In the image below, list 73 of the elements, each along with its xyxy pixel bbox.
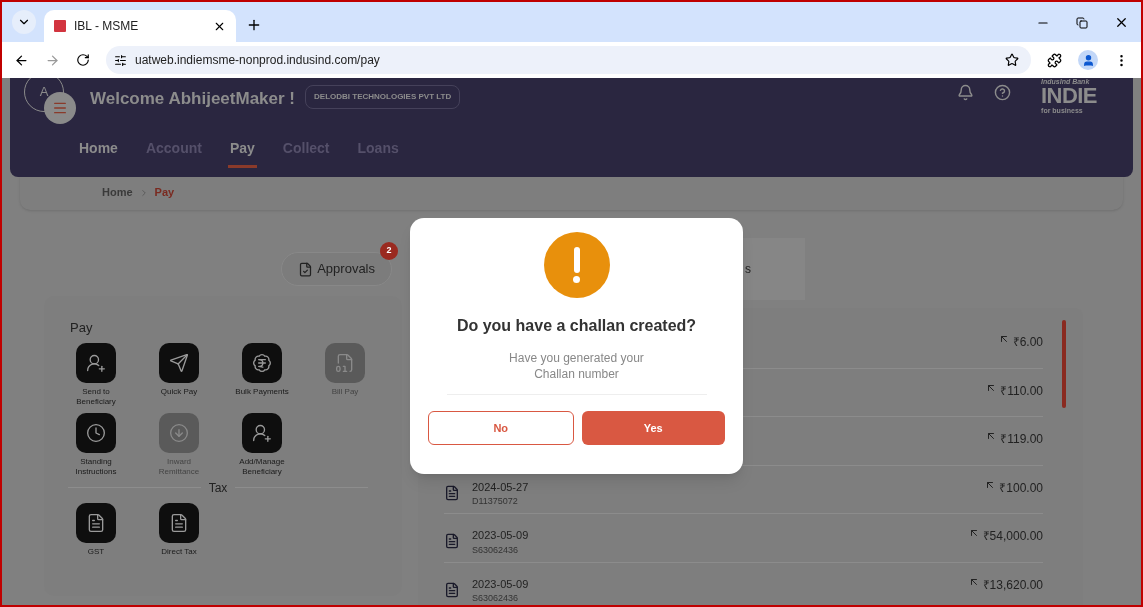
payment-option-tile[interactable]: [242, 342, 282, 383]
bill-icon: [335, 352, 355, 373]
site-settings-icon[interactable]: [114, 53, 127, 67]
breadcrumb-link[interactable]: Pay: [154, 184, 175, 201]
tab-title: IBL - MSME: [74, 18, 140, 35]
restore-icon[interactable]: [1076, 16, 1088, 29]
notification-badge: 2: [380, 242, 398, 260]
option-label: Standing Instructions: [74, 456, 118, 477]
transaction-reference: S63062436: [472, 543, 520, 557]
user-icon: [86, 352, 106, 373]
bell-icon[interactable]: [957, 84, 975, 101]
forward-icon[interactable]: [45, 52, 60, 68]
url-text: uatweb.indiemsme-nonprod.indusind.com/pay: [135, 52, 381, 69]
document-icon: [169, 512, 189, 533]
document-icon: [444, 533, 460, 549]
transaction-amount: ₹6.00: [1012, 334, 1043, 351]
transaction-amount: ₹100.00: [999, 479, 1043, 497]
document-icon: [86, 512, 106, 533]
payment-option-tile[interactable]: [242, 412, 282, 453]
document-icon: [444, 581, 460, 598]
document-icon: [444, 484, 460, 501]
person-icon: [1081, 53, 1095, 67]
reload-icon[interactable]: [76, 53, 90, 67]
section-title: Pay: [70, 319, 94, 337]
new-tab-icon[interactable]: [246, 17, 262, 33]
option-label: Direct Tax: [160, 546, 198, 557]
back-icon[interactable]: [14, 52, 29, 68]
option-label: Add/Manage Beneficiary: [238, 456, 286, 477]
transaction-date: 2024-05-27: [472, 479, 530, 495]
transaction-date: 2023-05-09: [472, 528, 530, 543]
payment-option-tile[interactable]: [76, 412, 116, 453]
nav-tab[interactable]: Home: [77, 138, 120, 168]
help-icon[interactable]: [994, 84, 1012, 101]
option-label: Send to Beneficiary: [75, 386, 117, 407]
tab-list-button[interactable]: [12, 10, 36, 34]
browser-tab[interactable]: IBL - MSME: [44, 10, 236, 42]
extensions-icon[interactable]: [1047, 52, 1062, 68]
company-badge: DELODBI TECHNOLOGIES PVT LTD: [305, 85, 461, 109]
dialog-title: Do you have a challan created?: [456, 316, 697, 336]
transaction-amount: ₹110.00: [1000, 382, 1043, 400]
paper-plane-icon: [169, 352, 189, 373]
cancel-button[interactable]: No: [428, 411, 574, 445]
breadcrumb-link[interactable]: Home: [102, 184, 133, 201]
dialog-message: Have you generated your Challan number: [508, 350, 645, 382]
close-icon[interactable]: [1114, 15, 1129, 30]
transaction-reference: S63062436: [472, 592, 520, 605]
welcome-heading: Welcome AbhijeetMaker !: [90, 88, 295, 110]
option-label: Quick Pay: [159, 386, 199, 397]
arrow-circle-icon: [169, 422, 189, 443]
payment-option-tile[interactable]: [76, 342, 116, 383]
section-title: Tax: [208, 479, 228, 497]
transaction-amount: ₹54,000.00: [982, 528, 1043, 545]
nav-tab[interactable]: Pay: [227, 138, 257, 168]
payment-option-tile[interactable]: [159, 502, 199, 543]
confirm-button[interactable]: Yes: [581, 411, 725, 445]
transaction-reference: D11375072: [472, 495, 519, 508]
approvals-button[interactable]: Approvals: [281, 252, 392, 286]
payment-option-tile[interactable]: [159, 342, 199, 383]
option-label: Bulk Payments: [234, 386, 290, 397]
user-add-icon: [252, 422, 272, 443]
document-check-icon: [298, 261, 314, 277]
option-label: GST: [86, 546, 106, 557]
bookmark-star-icon[interactable]: [1005, 53, 1019, 67]
menu-icon: [52, 100, 68, 116]
clock-icon: [86, 422, 106, 443]
money-bag-icon: [252, 352, 272, 373]
payment-option-tile[interactable]: [76, 502, 116, 543]
profile-avatar[interactable]: [1078, 50, 1098, 70]
site-logo-icon: [54, 20, 66, 32]
address-bar[interactable]: uatweb.indiemsme-nonprod.indusind.com/pay: [106, 46, 1031, 74]
transaction-amount: ₹119.00: [1000, 431, 1043, 448]
transaction-amount: ₹13,620.00: [982, 576, 1043, 594]
transaction-date: 2023-05-09: [472, 576, 530, 592]
